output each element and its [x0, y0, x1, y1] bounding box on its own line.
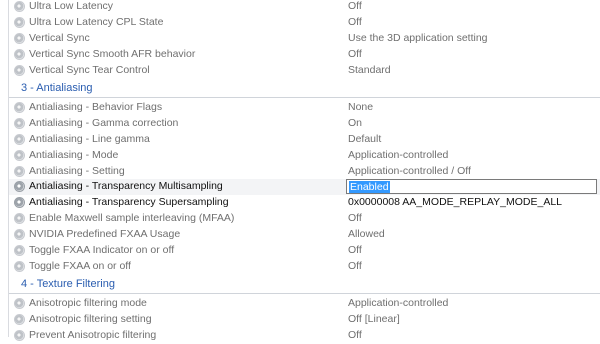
setting-row-vertical-sync[interactable]: Vertical Sync Use the 3D application set…	[9, 31, 600, 47]
setting-row-mfaa[interactable]: Enable Maxwell sample interleaving (MFAA…	[9, 211, 600, 227]
setting-row-aa-behavior-flags[interactable]: Antialiasing - Behavior Flags None	[9, 100, 600, 116]
setting-value: 0x0000008 AA_MODE_REPLAY_MODE_ALL	[348, 196, 563, 208]
setting-row-aa-line-gamma[interactable]: Antialiasing - Line gamma Default	[9, 132, 600, 148]
setting-value: Off	[348, 16, 362, 28]
setting-value: Application-controlled / Off	[348, 165, 471, 177]
section-header-texture-filtering[interactable]: 4 - Texture Filtering	[9, 277, 600, 294]
setting-value: Off [Linear]	[348, 313, 400, 325]
setting-value: Off	[348, 329, 362, 341]
setting-name: Anisotropic filtering setting	[29, 313, 152, 325]
setting-row-aa-mode[interactable]: Antialiasing - Mode Application-controll…	[9, 148, 600, 164]
section-divider	[9, 293, 600, 294]
setting-name: Toggle FXAA on or off	[29, 260, 131, 272]
setting-row-anisotropic-setting[interactable]: Anisotropic filtering setting Off [Linea…	[9, 312, 600, 328]
setting-value: Application-controlled	[348, 149, 449, 161]
setting-row-aa-transparency-multisampling[interactable]: Antialiasing - Transparency Multisamplin…	[9, 179, 600, 195]
setting-icon	[14, 261, 25, 272]
setting-value: On	[348, 117, 363, 129]
setting-row-aa-setting[interactable]: Antialiasing - Setting Application-contr…	[9, 164, 600, 180]
setting-value: Use the 3D application setting	[348, 32, 488, 44]
setting-value: Off	[348, 260, 362, 272]
setting-row-fxaa-toggle[interactable]: Toggle FXAA on or off Off	[9, 259, 600, 275]
setting-name: Vertical Sync Smooth AFR behavior	[29, 48, 196, 60]
setting-row-ultra-low-latency-cpl-state[interactable]: Ultra Low Latency CPL State Off	[9, 15, 600, 31]
setting-name: Vertical Sync	[29, 32, 90, 44]
setting-name: Antialiasing - Transparency Supersamplin…	[29, 196, 229, 208]
setting-value: Off	[348, 48, 362, 60]
setting-value: Allowed	[348, 228, 385, 240]
setting-row-vertical-sync-tear-control[interactable]: Vertical Sync Tear Control Standard	[9, 63, 600, 79]
setting-icon	[14, 229, 25, 240]
section-title: 3 - Antialiasing	[21, 82, 93, 94]
setting-name: Toggle FXAA Indicator on or off	[29, 244, 175, 256]
setting-name: Enable Maxwell sample interleaving (MFAA…	[29, 212, 235, 224]
setting-icon	[14, 65, 25, 76]
setting-name: Antialiasing - Behavior Flags	[29, 101, 163, 113]
setting-icon	[14, 166, 25, 177]
settings-grid: Ultra Low Latency Off Ultra Low Latency …	[0, 0, 600, 341]
setting-row-anisotropic-mode[interactable]: Anisotropic filtering mode Application-c…	[9, 296, 600, 312]
setting-name: Antialiasing - Transparency Multisamplin…	[29, 180, 223, 192]
setting-name: Ultra Low Latency	[29, 0, 114, 12]
section-divider	[9, 97, 600, 98]
setting-row-ultra-low-latency[interactable]: Ultra Low Latency Off	[9, 0, 600, 15]
setting-icon	[14, 33, 25, 44]
setting-value: Off	[348, 212, 362, 224]
setting-name: Vertical Sync Tear Control	[29, 64, 150, 76]
setting-row-fxaa-usage[interactable]: NVIDIA Predefined FXAA Usage Allowed	[9, 227, 600, 243]
value-edit-field[interactable]: Enabled	[346, 179, 597, 194]
setting-name: NVIDIA Predefined FXAA Usage	[29, 228, 181, 240]
setting-icon	[14, 118, 25, 129]
setting-value: Application-controlled	[348, 297, 449, 309]
setting-icon	[14, 150, 25, 161]
setting-row-aa-transparency-supersampling[interactable]: Antialiasing - Transparency Supersamplin…	[9, 195, 600, 211]
setting-icon	[14, 314, 25, 325]
setting-row-aa-gamma-correction[interactable]: Antialiasing - Gamma correction On	[9, 116, 600, 132]
setting-icon	[14, 330, 25, 341]
left-gutter	[0, 0, 8, 337]
section-header-antialiasing[interactable]: 3 - Antialiasing	[9, 81, 600, 98]
setting-icon	[14, 181, 25, 192]
setting-icon	[14, 17, 25, 28]
setting-icon	[14, 102, 25, 113]
setting-value: Default	[348, 133, 382, 145]
setting-icon	[14, 49, 25, 60]
setting-value: Standard	[348, 64, 391, 76]
setting-icon	[14, 245, 25, 256]
setting-row-vertical-sync-smooth-afr[interactable]: Vertical Sync Smooth AFR behavior Off	[9, 47, 600, 63]
setting-value: Off	[348, 0, 362, 12]
setting-row-prevent-anisotropic[interactable]: Prevent Anisotropic filtering Off	[9, 328, 600, 344]
setting-icon	[14, 1, 25, 12]
setting-name: Antialiasing - Setting	[29, 165, 125, 177]
section-title: 4 - Texture Filtering	[21, 278, 115, 290]
setting-value: Off	[348, 244, 362, 256]
setting-icon	[14, 298, 25, 309]
setting-icon	[14, 134, 25, 145]
setting-name: Prevent Anisotropic filtering	[29, 329, 157, 341]
selected-value-text[interactable]: Enabled	[349, 181, 390, 193]
setting-name: Antialiasing - Line gamma	[29, 133, 150, 145]
setting-name: Anisotropic filtering mode	[29, 297, 147, 309]
setting-icon	[14, 197, 25, 208]
setting-icon	[14, 213, 25, 224]
setting-value: None	[348, 101, 374, 113]
setting-name: Antialiasing - Mode	[29, 149, 119, 161]
setting-row-fxaa-indicator[interactable]: Toggle FXAA Indicator on or off Off	[9, 243, 600, 259]
setting-name: Ultra Low Latency CPL State	[29, 16, 164, 28]
setting-name: Antialiasing - Gamma correction	[29, 117, 179, 129]
